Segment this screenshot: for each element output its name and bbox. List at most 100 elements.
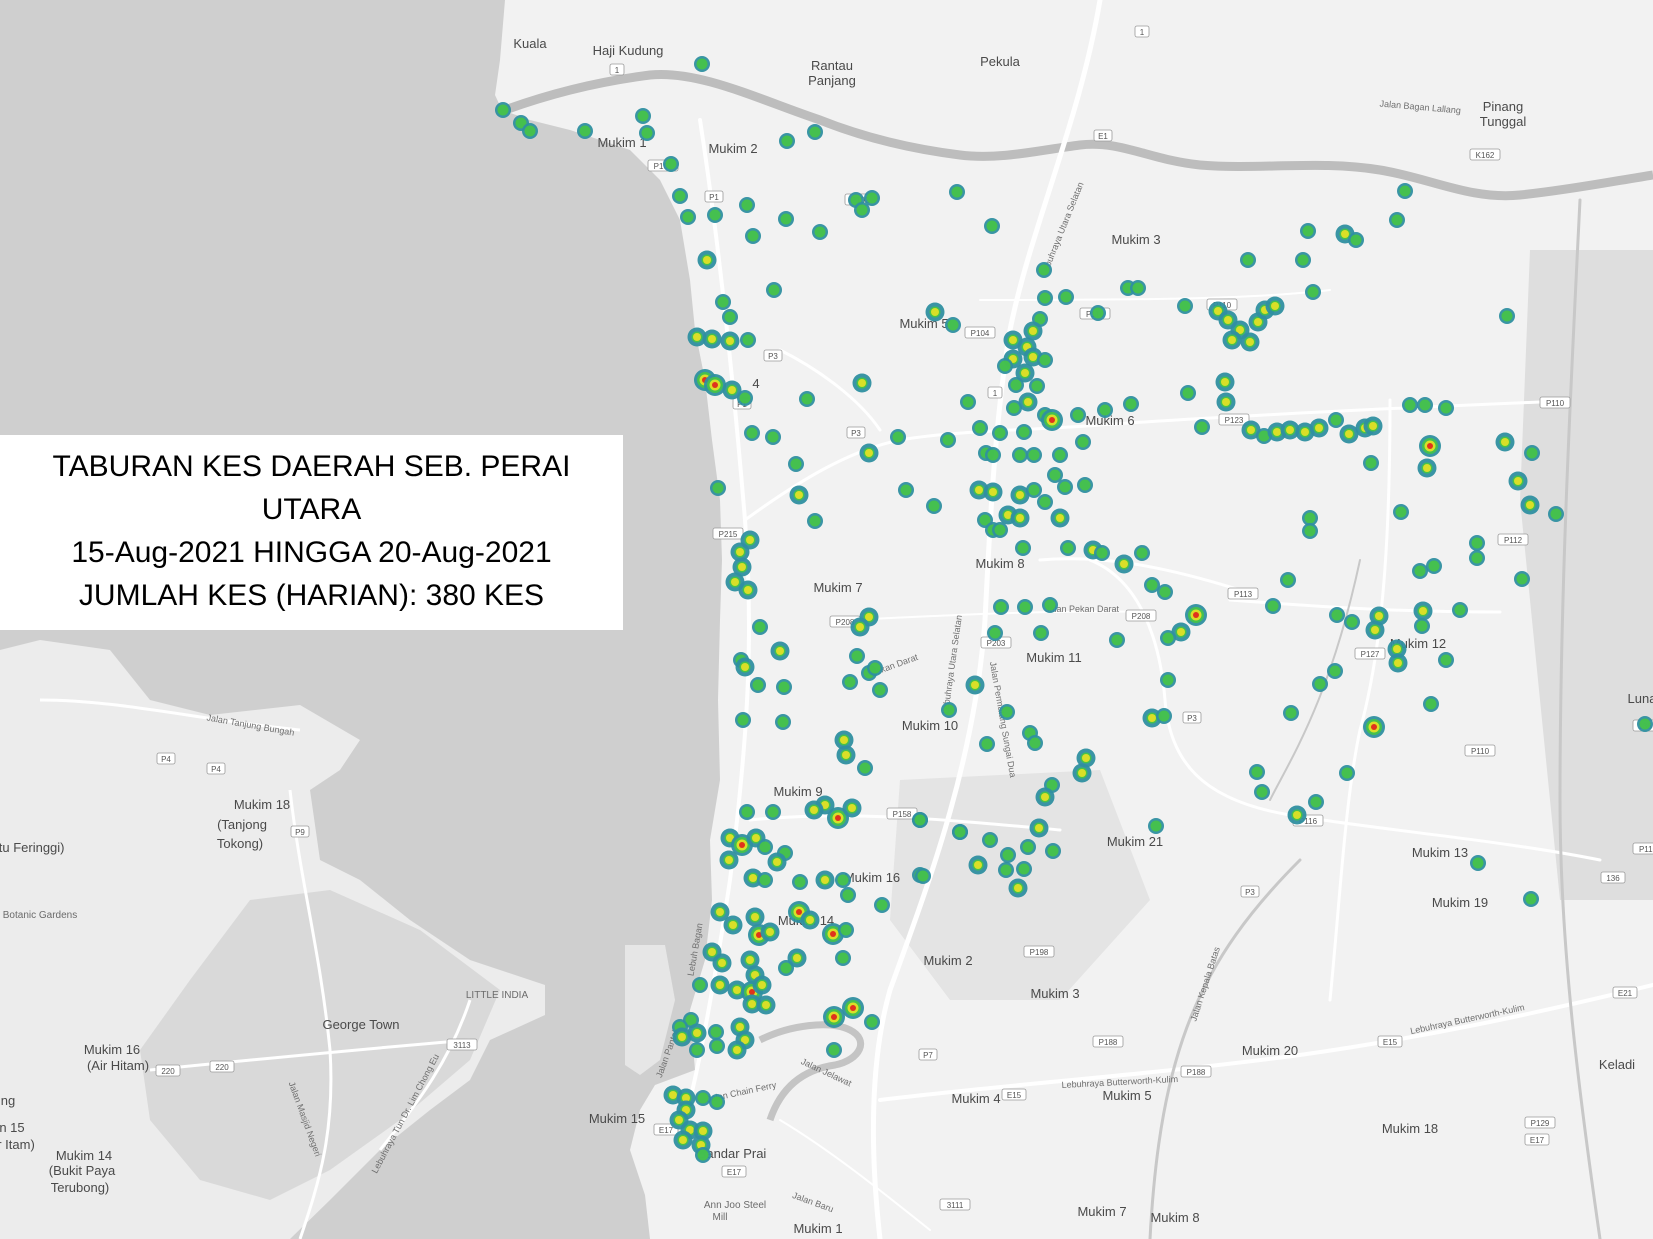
case-heat-point[interactable] xyxy=(1295,252,1311,268)
case-heat-point[interactable] xyxy=(823,1006,845,1028)
case-heat-point[interactable] xyxy=(1328,412,1344,428)
case-heat-point[interactable] xyxy=(898,482,914,498)
case-heat-point[interactable] xyxy=(702,329,722,349)
case-heat-point[interactable] xyxy=(840,887,856,903)
case-heat-point[interactable] xyxy=(992,425,1008,441)
case-heat-point[interactable] xyxy=(1265,598,1281,614)
case-heat-point[interactable] xyxy=(807,124,823,140)
case-heat-point[interactable] xyxy=(1012,447,1028,463)
case-heat-point[interactable] xyxy=(1452,602,1468,618)
case-heat-point[interactable] xyxy=(727,1040,747,1060)
case-heat-point[interactable] xyxy=(1041,409,1063,431)
case-heat-point[interactable] xyxy=(800,910,820,930)
case-heat-point[interactable] xyxy=(720,331,740,351)
case-heat-point[interactable] xyxy=(778,211,794,227)
case-heat-point[interactable] xyxy=(1018,392,1038,412)
case-heat-point[interactable] xyxy=(710,480,726,496)
case-heat-point[interactable] xyxy=(712,953,732,973)
case-heat-point[interactable] xyxy=(1470,855,1486,871)
case-heat-point[interactable] xyxy=(766,282,782,298)
case-heat-point[interactable] xyxy=(1309,418,1329,438)
case-heat-point[interactable] xyxy=(704,374,726,396)
case-heat-point[interactable] xyxy=(709,1038,725,1054)
case-heat-point[interactable] xyxy=(775,714,791,730)
case-heat-point[interactable] xyxy=(815,870,835,890)
case-heat-point[interactable] xyxy=(692,977,708,993)
case-heat-point[interactable] xyxy=(789,485,809,505)
case-heat-point[interactable] xyxy=(945,317,961,333)
case-heat-point[interactable] xyxy=(1037,290,1053,306)
case-heat-point[interactable] xyxy=(740,530,760,550)
case-heat-point[interactable] xyxy=(756,995,776,1015)
case-heat-point[interactable] xyxy=(949,184,965,200)
case-heat-point[interactable] xyxy=(1156,708,1172,724)
case-heat-point[interactable] xyxy=(1042,597,1058,613)
case-heat-point[interactable] xyxy=(1075,434,1091,450)
case-heat-point[interactable] xyxy=(1417,397,1433,413)
case-heat-point[interactable] xyxy=(842,798,862,818)
case-heat-point[interactable] xyxy=(864,1014,880,1030)
case-heat-point[interactable] xyxy=(710,975,730,995)
case-heat-point[interactable] xyxy=(1548,506,1564,522)
case-heat-point[interactable] xyxy=(999,704,1015,720)
case-heat-point[interactable] xyxy=(792,874,808,890)
case-heat-point[interactable] xyxy=(1414,618,1430,634)
case-heat-point[interactable] xyxy=(972,420,988,436)
case-heat-point[interactable] xyxy=(1015,540,1031,556)
case-heat-point[interactable] xyxy=(1402,397,1418,413)
case-heat-point[interactable] xyxy=(1389,212,1405,228)
case-heat-point[interactable] xyxy=(1016,424,1032,440)
case-heat-point[interactable] xyxy=(1363,455,1379,471)
case-heat-point[interactable] xyxy=(1222,330,1242,350)
case-heat-point[interactable] xyxy=(1523,891,1539,907)
case-heat-point[interactable] xyxy=(1417,458,1437,478)
case-heat-point[interactable] xyxy=(1036,262,1052,278)
case-heat-point[interactable] xyxy=(1216,392,1236,412)
case-heat-point[interactable] xyxy=(1008,878,1028,898)
case-heat-point[interactable] xyxy=(993,599,1009,615)
case-heat-point[interactable] xyxy=(1365,620,1385,640)
case-heat-point[interactable] xyxy=(1348,232,1364,248)
case-heat-point[interactable] xyxy=(1052,447,1068,463)
case-heat-point[interactable] xyxy=(1302,523,1318,539)
case-heat-point[interactable] xyxy=(1419,435,1441,457)
case-heat-point[interactable] xyxy=(941,702,957,718)
case-heat-point[interactable] xyxy=(890,429,906,445)
case-heat-point[interactable] xyxy=(1058,289,1074,305)
case-heat-point[interactable] xyxy=(695,1090,711,1106)
case-heat-point[interactable] xyxy=(1185,604,1207,626)
case-heat-point[interactable] xyxy=(992,522,1008,538)
case-heat-point[interactable] xyxy=(719,850,739,870)
case-heat-point[interactable] xyxy=(1339,765,1355,781)
case-heat-point[interactable] xyxy=(1037,352,1053,368)
case-heat-point[interactable] xyxy=(1008,377,1024,393)
case-heat-point[interactable] xyxy=(1305,284,1321,300)
case-heat-point[interactable] xyxy=(1026,447,1042,463)
case-heat-point[interactable] xyxy=(1177,298,1193,314)
case-heat-point[interactable] xyxy=(1426,558,1442,574)
case-heat-point[interactable] xyxy=(1329,607,1345,623)
case-heat-point[interactable] xyxy=(1265,296,1285,316)
case-heat-point[interactable] xyxy=(695,1147,711,1163)
case-heat-point[interactable] xyxy=(757,872,773,888)
case-heat-point[interactable] xyxy=(673,1130,693,1150)
case-heat-point[interactable] xyxy=(752,975,772,995)
case-heat-point[interactable] xyxy=(835,950,851,966)
case-heat-point[interactable] xyxy=(1423,696,1439,712)
case-heat-point[interactable] xyxy=(672,188,688,204)
case-heat-point[interactable] xyxy=(1240,252,1256,268)
case-heat-point[interactable] xyxy=(874,897,890,913)
case-heat-point[interactable] xyxy=(495,102,511,118)
case-heat-point[interactable] xyxy=(1020,839,1036,855)
case-heat-point[interactable] xyxy=(804,800,824,820)
case-heat-point[interactable] xyxy=(852,373,872,393)
case-heat-point[interactable] xyxy=(707,207,723,223)
case-heat-point[interactable] xyxy=(965,675,985,695)
case-heat-point[interactable] xyxy=(1160,630,1176,646)
case-heat-point[interactable] xyxy=(740,332,756,348)
case-heat-point[interactable] xyxy=(1097,402,1113,418)
case-heat-point[interactable] xyxy=(739,804,755,820)
case-heat-point[interactable] xyxy=(1283,705,1299,721)
case-heat-point[interactable] xyxy=(1157,584,1173,600)
case-heat-point[interactable] xyxy=(1412,563,1428,579)
